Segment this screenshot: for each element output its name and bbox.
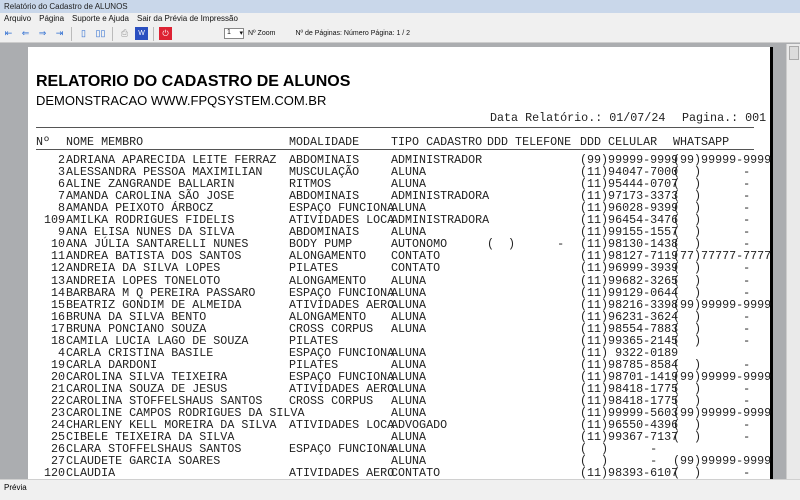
vertical-scrollbar[interactable] — [786, 44, 800, 479]
col-telefone: DDD TELEFONE — [487, 135, 572, 149]
zoom-value: 1 — [227, 29, 231, 36]
table-row: 23 CAROLINE CAMPOS RODRIGUES DA SILVA ALUN… — [28, 406, 771, 420]
menu-sair[interactable]: Sair da Prévia de Impressão — [137, 14, 238, 24]
table-row: 6 ALINE ZANGRANDE BALLARIN RITMOS ALUNA (11)… — [28, 177, 768, 191]
row-num: 120 — [43, 466, 65, 479]
col-tipo: TIPO CADASTRO — [391, 135, 483, 149]
table-header: Nº NOME MEMBRO MODALIDADE TIPO CADASTRO … — [28, 135, 768, 149]
table-row: 120 CLAUDIA ATIVIDADES AERO CONTATO (11)9839… — [28, 466, 768, 479]
col-celular: DDD CELULAR — [580, 135, 658, 149]
menu-arquivo[interactable]: Arquivo — [4, 14, 31, 24]
menu-suporte[interactable]: Suporte e Ajuda — [72, 14, 129, 24]
col-modalidade: MODALIDADE — [289, 135, 360, 149]
last-page-icon[interactable]: ⇥ — [53, 27, 66, 40]
table-row: 27 CLAUDETE GARCIA SOARES ALUNA( ) - (99)99… — [28, 454, 771, 468]
table-row: 24 CHARLENY KELL MOREIRA DA SILVA ATIVIDAD… — [28, 418, 768, 432]
single-page-icon[interactable]: ▯ — [77, 27, 90, 40]
report-title: RELATORIO DO CADASTRO DE ALUNOS — [36, 73, 351, 90]
row-modalidade: ATIVIDADES AERO — [289, 466, 395, 479]
separator — [112, 26, 113, 41]
preview-area: RELATORIO DO CADASTRO DE ALUNOS DEMONSTR… — [0, 44, 786, 479]
table-row: 14 BARBARA M Q PEREIRA PASSARO ESPAÇO FUNC… — [28, 286, 768, 300]
table-row: 12 ANDREIA DA SILVA LOPES PILATES CONTATO (1… — [28, 261, 768, 275]
prev-page-icon[interactable]: ⇐ — [19, 27, 32, 40]
zoom-label: Nº Zoom — [248, 30, 276, 37]
scroll-thumb[interactable] — [789, 46, 799, 60]
table-row: 20 CAROLINA SILVA TEIXEIRA ESPAÇO FUNCIONA… — [28, 370, 771, 384]
table-row: 25 CIBELE TEIXEIRA DA SILVA ALUNA (11)99367… — [28, 430, 768, 444]
print-icon[interactable]: ⎙ — [118, 27, 131, 40]
table-row: 16 BRUNA DA SILVA BENTO ALONGAMENTO ALUNA (1… — [28, 310, 768, 324]
table-row: 7 AMANDA CAROLINA SÃO JOSE ABDOMINAIS ADMIN… — [28, 189, 768, 203]
col-num: Nº — [36, 135, 51, 149]
row-whatsapp: ( ) - — [673, 466, 751, 479]
chevron-down-icon: ▾ — [239, 30, 243, 37]
status-bar: Prévia — [0, 479, 800, 500]
zoom-select[interactable]: 1 ▾ — [224, 28, 244, 39]
table-row: 3 ALESSANDRA PESSOA MAXIMILIAN MUSCULAÇÃO A… — [28, 165, 768, 179]
table-row: 17 BRUNA PONCIANO SOUZA CROSS CORPUS ALUNA(… — [28, 322, 768, 336]
table-row: 2 ADRIANA APARECIDA LEITE FERRAZ ABDOMINAI… — [28, 153, 771, 167]
table-row: 11 ANDREA BATISTA DOS SANTOS ALONGAMENTO CO… — [28, 249, 771, 263]
toolbar: ⇤ ⇐ ⇒ ⇥ ▯ ▯▯ ⎙ W ⏻ 1 ▾ Nº Zoom Nº de Pági… — [0, 25, 800, 43]
table-row: 22 CAROLINA STOFFELSHAUS SANTOS CROSS CORP… — [28, 394, 768, 408]
table-row: 10 ANA JÚLIA SANTARELLI NUNES BODY PUMP AUT… — [28, 237, 768, 251]
table-row: 4 CARLA CRISTINA BASILE ESPAÇO FUNCIONA ALU… — [28, 346, 768, 360]
separator — [153, 26, 154, 41]
report-page: RELATORIO DO CADASTRO DE ALUNOS DEMONSTR… — [28, 47, 771, 479]
col-whatsapp: WHATSAPP — [673, 135, 730, 149]
report-subtitle: DEMONSTRACAO WWW.FPQSYSTEM.COM.BR — [36, 93, 327, 108]
report-date: Data Relatório.: 01/07/24 — [490, 111, 666, 125]
col-nome: NOME MEMBRO — [66, 135, 144, 149]
table-row: 18 CAMILA LUCIA LAGO DE SOUZA PILATES (11)9… — [28, 334, 768, 348]
pages-label: Nº de Páginas: Número Página: 1 / 2 — [295, 30, 411, 37]
close-icon[interactable]: ⏻ — [159, 27, 172, 40]
table-row: 9 ANA ELISA NUNES DA SILVA ABDOMINAIS ALUNA… — [28, 225, 768, 239]
separator — [71, 26, 72, 41]
table-row: 19 CARLA DARDONI PILATES ALUNA (11)98785-858… — [28, 358, 768, 372]
two-pages-icon[interactable]: ▯▯ — [94, 27, 107, 40]
next-page-icon[interactable]: ⇒ — [36, 27, 49, 40]
table-row: 26 CLARA STOFFELSHAUS SANTOS ESPAÇO FUNCIO… — [28, 442, 768, 456]
divider — [36, 127, 754, 128]
table-row: 21 CAROLINA SOUZA DE JESUS ATIVIDADES AERO… — [28, 382, 768, 396]
table-row: 8 AMANDA PEIXOTO ÁRBOCZ ESPAÇO FUNCIONA ALU… — [28, 201, 768, 215]
export-icon[interactable]: W — [135, 27, 148, 40]
row-tipo: CONTATO — [391, 466, 441, 479]
table-row: 13 ANDREIA LOPES TONELOTO ALONGAMENTO ALUNA… — [28, 274, 768, 288]
table-row: 15 BEATRIZ GONDIM DE ALMEIDA ATIVIDADES AE… — [28, 298, 771, 312]
divider — [36, 149, 754, 150]
report-page-number: Pagina.: 001 — [682, 111, 767, 125]
menu-bar: Arquivo Página Suporte e Ajuda Sair da P… — [0, 13, 800, 25]
first-page-icon[interactable]: ⇤ — [2, 27, 15, 40]
table-row: 109 AMILKA RODRIGUES FIDELIS ATIVIDADES LO… — [28, 213, 768, 227]
row-nome: CLAUDIA — [66, 466, 116, 479]
window-title: Relatório do Cadastro de ALUNOS — [0, 0, 800, 13]
row-celular: (11)98393-6107 — [580, 466, 679, 479]
menu-pagina[interactable]: Página — [39, 14, 64, 24]
